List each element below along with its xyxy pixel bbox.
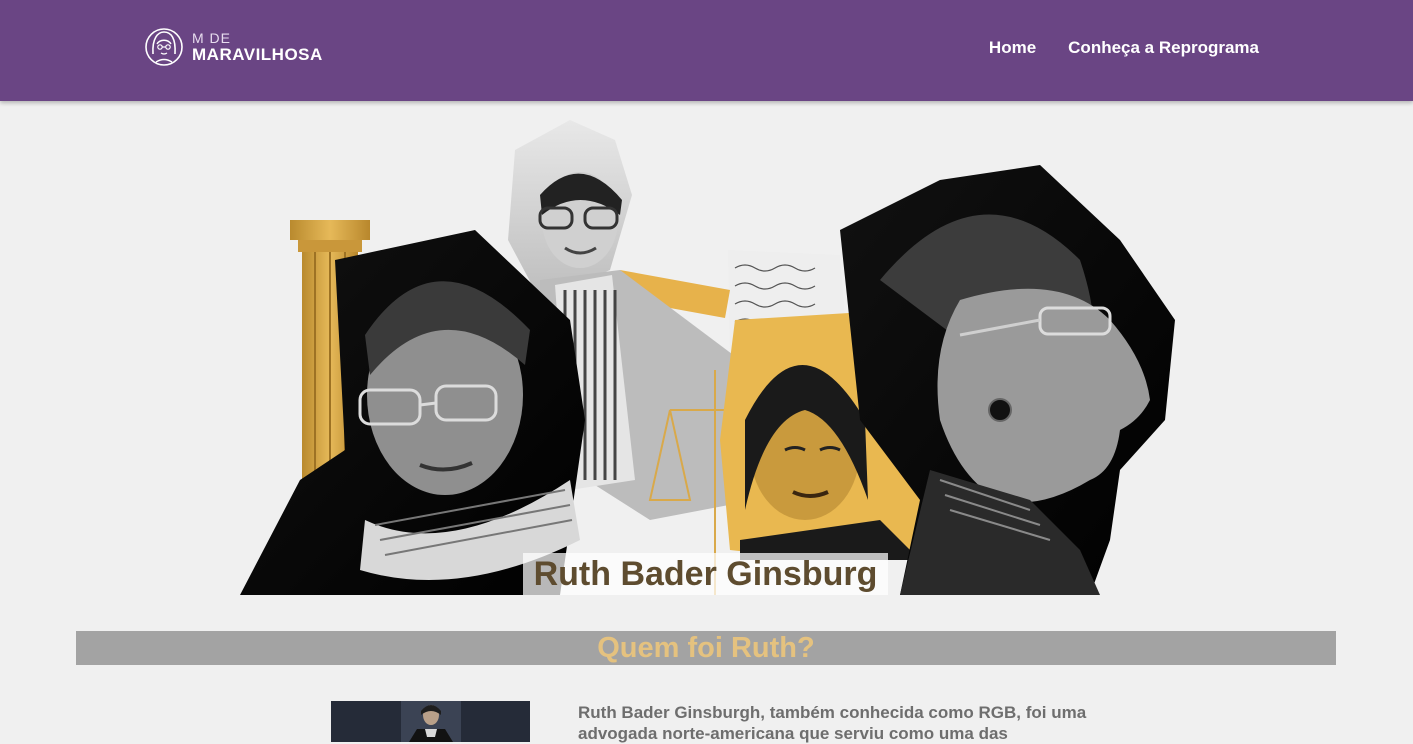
bio-photo (331, 701, 530, 742)
nav-reprograma-link[interactable]: Conheça a Reprograma (1068, 38, 1259, 58)
logo-text: M DE MARAVILHOSA (192, 31, 323, 63)
logo-link[interactable]: M DE MARAVILHOSA (144, 24, 323, 70)
site-header: M DE MARAVILHOSA Home Conheça a Reprogra… (0, 0, 1413, 101)
bio-photo-image (331, 701, 530, 742)
logo-line2: MARAVILHOSA (192, 45, 323, 64)
hero-collage-image (240, 120, 1175, 595)
nav-home-link[interactable]: Home (989, 38, 1036, 58)
section-title: Quem foi Ruth? (597, 632, 815, 664)
main-nav: Home Conheça a Reprograma (989, 38, 1259, 58)
hero-collage: Ruth Bader Ginsburg (240, 120, 1180, 595)
bio-paragraph: Ruth Bader Ginsburgh, também conhecida c… (578, 703, 1087, 743)
logo-line1: M DE (192, 30, 231, 46)
woman-face-icon (145, 28, 183, 66)
section-header-bar: Quem foi Ruth? (76, 631, 1336, 665)
hero-title: Ruth Bader Ginsburg (523, 553, 888, 595)
